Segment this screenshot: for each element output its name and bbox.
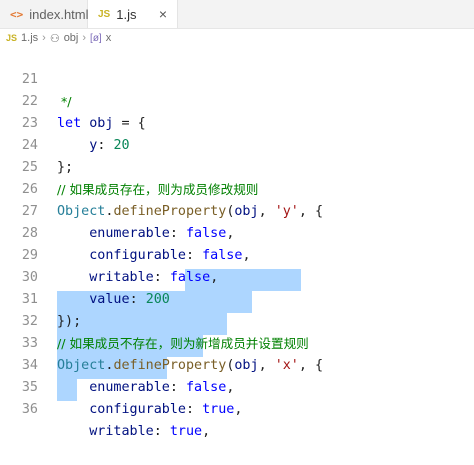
tab-1-js[interactable]: JS 1.js × (88, 0, 178, 28)
code-editor-continued[interactable] (0, 47, 474, 420)
tab-bar: <> index.html JS 1.js × (0, 0, 474, 29)
chevron-right-icon: › (42, 32, 46, 44)
breadcrumb-file[interactable]: 1.js (21, 32, 38, 44)
tab-index-html[interactable]: <> index.html (0, 0, 89, 28)
js-file-icon: JS (98, 8, 111, 20)
breadcrumb-var[interactable]: x (106, 32, 112, 44)
property-key: writable (89, 424, 154, 439)
object-icon: ⚇ (49, 32, 60, 45)
breadcrumb: JS 1.js › ⚇ obj › [ø] x (0, 29, 474, 47)
js-file-icon: JS (6, 33, 18, 43)
tab-label: index.html (29, 6, 89, 22)
html-file-icon: <> (10, 7, 24, 21)
close-icon[interactable]: × (159, 6, 167, 22)
tab-label: 1.js (116, 6, 137, 22)
breadcrumb-obj[interactable]: obj (64, 32, 79, 44)
boolean-literal: true (169, 424, 203, 439)
chevron-right-icon: › (82, 32, 87, 44)
variable-icon: [ø] (90, 32, 102, 44)
